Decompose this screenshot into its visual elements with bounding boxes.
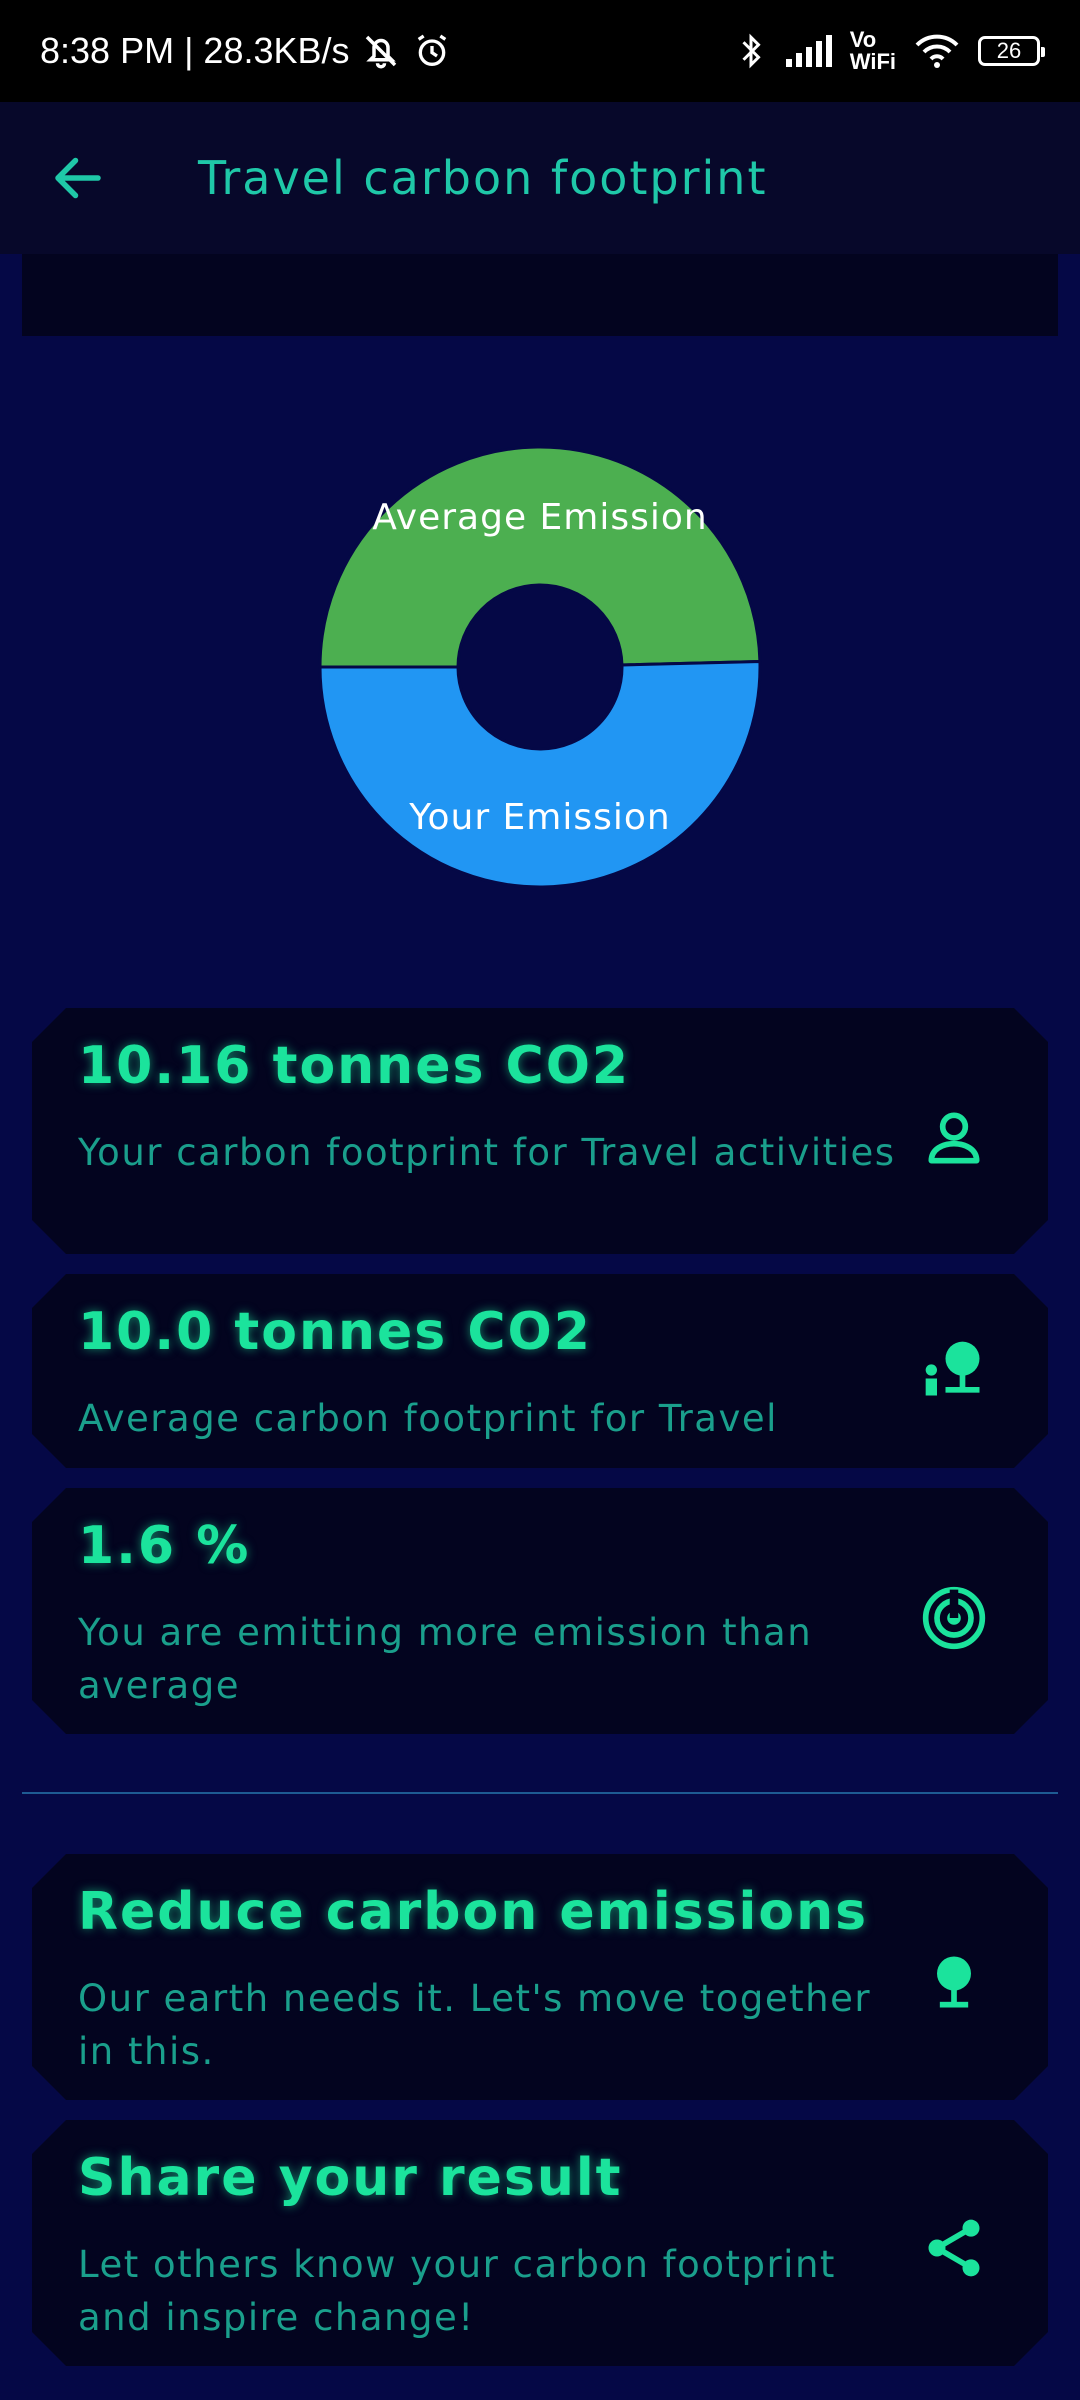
share-result-title: Share your result (78, 2148, 623, 2208)
ad-banner[interactable] (22, 254, 1058, 336)
section-divider (22, 1792, 1058, 1794)
person-tree-icon (920, 1336, 988, 1404)
status-left: 8:38 PM | 28.3KB/s (40, 0, 452, 102)
reduce-emissions-card[interactable]: Reduce carbon emissions Our earth needs … (32, 1854, 1048, 2100)
arrow-left-icon[interactable] (48, 148, 108, 208)
mute-bell-icon (365, 35, 396, 69)
status-time: 8:38 PM | 28.3KB/s (40, 30, 350, 71)
average-footprint-desc: Average carbon footprint for Travel (78, 1397, 778, 1440)
your-footprint-desc: Your carbon footprint for Travel activit… (78, 1131, 896, 1174)
alarm-icon (417, 34, 446, 66)
radar-icon (920, 1584, 988, 1652)
emission-donut-chart: Average Emission Your Emission (318, 445, 762, 889)
difference-desc: You are emitting more emission than aver… (78, 1611, 813, 1707)
reduce-emissions-title: Reduce carbon emissions (78, 1882, 869, 1942)
page-title: Travel carbon footprint (198, 151, 768, 205)
tree-icon (920, 1948, 988, 2016)
donut-slice-average-emission (318, 445, 762, 669)
status-right: Vo WiFi 26 (736, 0, 1045, 102)
share-result-card[interactable]: Share your result Let others know your c… (32, 2120, 1048, 2366)
average-footprint-value: 10.0 tonnes CO2 (78, 1302, 592, 1362)
person-icon (920, 1104, 988, 1172)
bluetooth-icon (742, 33, 761, 69)
share-result-desc: Let others know your carbon footprint an… (78, 2243, 836, 2339)
wifi-icon (915, 34, 959, 68)
stat-card-average-footprint: 10.0 tonnes CO2 Average carbon footprint… (32, 1274, 1048, 1468)
stat-card-difference: 1.6 % You are emitting more emission tha… (32, 1488, 1048, 1734)
your-footprint-value: 10.16 tonnes CO2 (78, 1036, 631, 1096)
difference-value: 1.6 % (78, 1516, 251, 1576)
stat-card-your-footprint: 10.16 tonnes CO2 Your carbon footprint f… (32, 1008, 1048, 1254)
app-bar: Travel carbon footprint (0, 102, 1080, 254)
donut-slice-your-emission (318, 659, 762, 889)
signal-icon (785, 35, 832, 67)
vowifi-label: Vo WiFi (849, 27, 896, 74)
donut-label-your-emission: Your Emission (408, 797, 670, 838)
status-bar: 8:38 PM | 28.3KB/s Vo WiFi 26 (0, 0, 1080, 102)
battery-icon: 26 (978, 36, 1045, 66)
battery-level: 26 (996, 38, 1022, 63)
reduce-emissions-desc: Our earth needs it. Let's move together … (78, 1977, 872, 2073)
donut-label-average-emission: Average Emission (372, 497, 707, 538)
share-icon[interactable] (920, 2214, 988, 2282)
